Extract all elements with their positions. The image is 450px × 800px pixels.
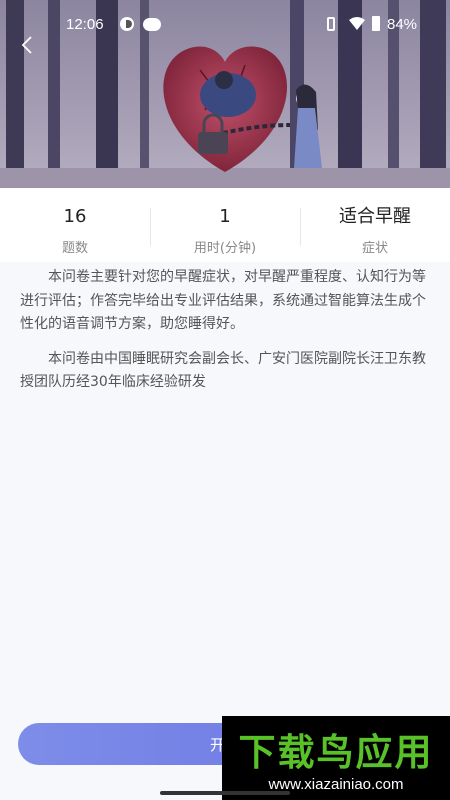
stat-label: 症状 [361,241,388,256]
wifi-icon [349,17,365,30]
description-paragraph-1: 本问卷主要针对您的早醒症状，对早醒严重程度、认知行为等进行评估；作答完毕给出专业… [20,269,426,332]
status-time: 12:06 [66,16,104,33]
back-button[interactable] [12,30,42,60]
stat-label: 题数 [61,241,88,256]
battery-level: 84% [387,16,418,33]
stat-label: 用时(分钟) [193,241,257,256]
questionnaire-description: 本问卷主要针对您的早醒症状，对早醒严重程度、认知行为等进行评估；作答完毕给出专业… [20,266,430,406]
stat-value: 适合早醒 [339,206,411,227]
stat-symptom: 适合早醒 症状 [300,188,450,262]
watermark-title: 下载鸟应用 [238,731,434,774]
app-notification-icon [120,17,134,31]
stat-value: 16 [63,206,87,227]
watermark-logo: 下载鸟应用 www.xiazainiao.com [222,716,450,800]
stat-duration: 1 用时(分钟) [150,188,300,262]
questionnaire-stats: 16 题数 1 用时(分钟) 适合早醒 症状 [0,188,450,262]
back-arrow-icon [21,36,32,54]
battery-icon [372,16,380,31]
vibrate-icon [327,17,335,31]
description-paragraph-2: 本问卷由中国睡眠研究会副会长、广安门医院副院长汪卫东教授团队历经30年临床经验研… [20,350,426,391]
status-bar: 12:06 84% [0,0,450,50]
stat-question-count: 16 题数 [0,188,150,262]
home-indicator[interactable] [160,791,290,795]
chat-notification-icon [143,18,161,31]
stat-value: 1 [219,206,231,227]
